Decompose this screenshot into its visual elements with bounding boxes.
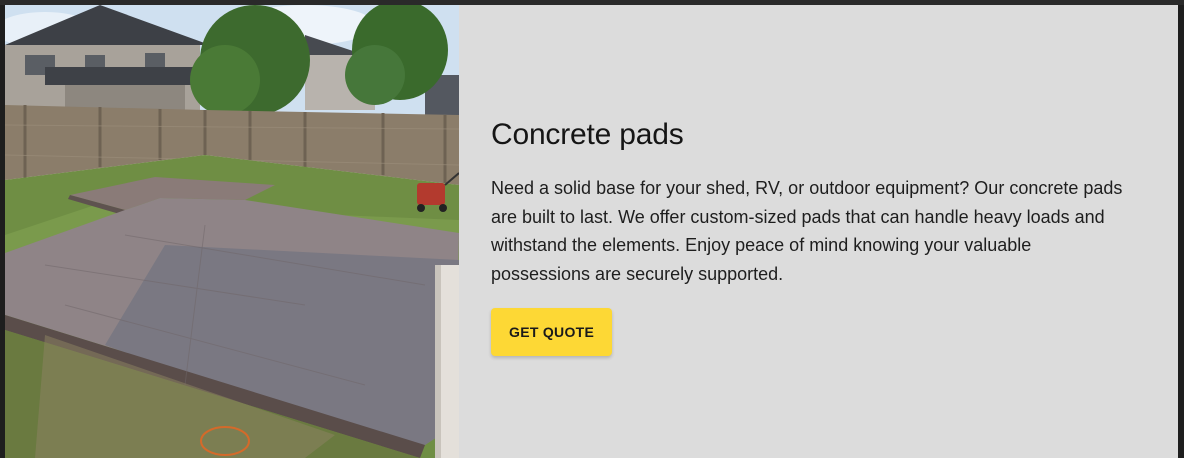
service-section: Concrete pads Need a solid base for your… <box>5 5 1178 458</box>
concrete-pad-photo <box>5 5 459 458</box>
service-details: Concrete pads Need a solid base for your… <box>459 5 1178 458</box>
get-quote-button[interactable]: GET QUOTE <box>491 308 613 356</box>
section-description: Need a solid base for your shed, RV, or … <box>491 178 1123 284</box>
section-title: Concrete pads <box>491 118 684 151</box>
